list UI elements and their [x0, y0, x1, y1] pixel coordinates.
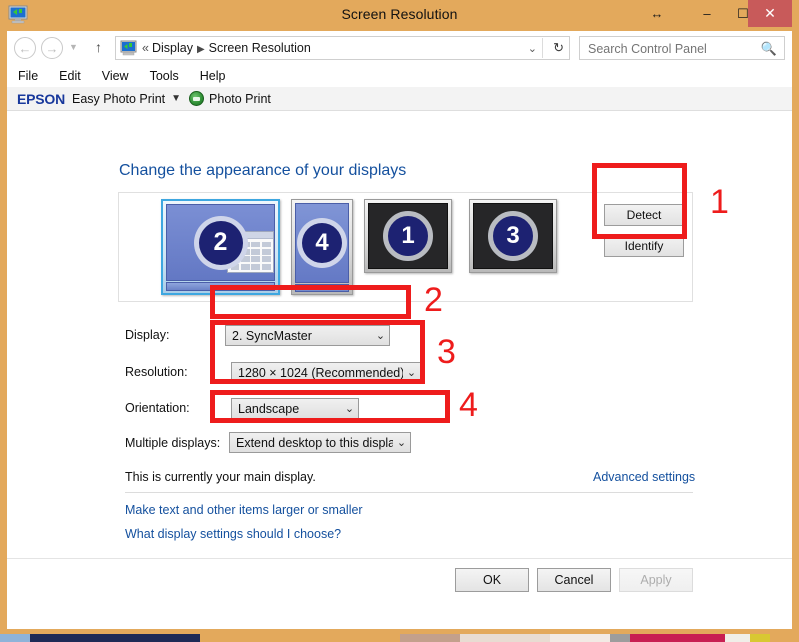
orientation-select[interactable]: Landscape ⌄	[231, 398, 359, 419]
cancel-button[interactable]: Cancel	[537, 568, 611, 592]
detect-identify-group: Detect Identify	[604, 204, 684, 257]
what-display-settings-link[interactable]: What display settings should I choose?	[125, 527, 341, 541]
epson-logo: EPSON	[17, 90, 66, 107]
menu-bar: File Edit View Tools Help	[7, 65, 792, 87]
breadcrumb-bar[interactable]: «Display ▶ Screen Resolution ⌄ ↻	[115, 36, 570, 60]
breadcrumb-separator-icon: ▶	[196, 44, 205, 55]
menu-item-tools[interactable]: Tools	[150, 69, 179, 83]
monitor-thumbnail-3[interactable]: 3	[469, 199, 557, 273]
forward-icon[interactable]: →	[41, 37, 63, 59]
easy-photo-print-chevron-down-icon[interactable]: ▼	[171, 93, 181, 104]
desktop-taskbar-strip	[0, 634, 799, 642]
up-arrow-icon[interactable]: ↑	[95, 39, 102, 55]
back-icon[interactable]: ←	[14, 37, 36, 59]
monitor-number-badge: 1	[369, 204, 447, 268]
epson-toolbar: EPSON Easy Photo Print ▼ Photo Print	[7, 87, 792, 111]
resolution-label: Resolution:	[125, 365, 188, 379]
identify-button[interactable]: Identify	[604, 235, 684, 257]
window-frame: Screen Resolution ↔ – ☐ ✕ ← → ▼ ↑ «Displ…	[0, 0, 799, 634]
photo-print-button[interactable]: Photo Print	[209, 92, 271, 106]
monitor-screen: 4	[295, 203, 349, 283]
window-title: Screen Resolution	[341, 6, 458, 22]
breadcrumb-chevrons-icon: «	[142, 41, 149, 55]
breadcrumb-item-current[interactable]: Screen Resolution	[209, 41, 311, 55]
monitor-number-badge: 4	[296, 204, 348, 282]
monitor-thumbnail-1[interactable]: 1	[364, 199, 452, 273]
search-input[interactable]	[586, 37, 760, 61]
display-select-value: 2. SyncMaster	[232, 328, 312, 343]
refresh-icon[interactable]: ↻	[553, 40, 564, 56]
breadcrumb-monitor-icon	[120, 40, 137, 56]
orientation-label: Orientation:	[125, 401, 190, 415]
monitor-screen: 1	[368, 203, 448, 269]
menu-item-edit[interactable]: Edit	[59, 69, 81, 83]
client-area: ← → ▼ ↑ «Display▶ Screen Resolution ⌄ ↻	[7, 31, 792, 629]
resolution-select-value: 1280 × 1024 (Recommended)	[238, 365, 403, 380]
multiple-displays-select-value: Extend desktop to this display	[236, 435, 393, 450]
content-pane: Change the appearance of your displays 2…	[7, 112, 792, 629]
chevron-down-icon: ⌄	[406, 367, 417, 379]
status-divider	[125, 492, 693, 493]
chevron-down-icon: ⌄	[375, 330, 386, 342]
orientation-select-value: Landscape	[238, 401, 300, 416]
make-text-larger-link[interactable]: Make text and other items larger or smal…	[125, 503, 363, 517]
monitor-number-badge: 3	[474, 204, 552, 268]
multiple-displays-label: Multiple displays:	[125, 436, 221, 450]
monitor-number-label: 1	[383, 211, 433, 261]
search-icon[interactable]: 🔍	[761, 41, 777, 57]
search-box[interactable]: 🔍	[579, 36, 785, 61]
monitor-taskbar-graphic	[166, 282, 275, 291]
address-bar: ← → ▼ ↑ «Display▶ Screen Resolution ⌄ ↻	[7, 31, 792, 65]
printer-icon	[189, 91, 205, 106]
monitor-taskbar-graphic	[295, 284, 349, 292]
monitor-number-label: 3	[488, 211, 538, 261]
detect-button[interactable]: Detect	[604, 204, 684, 226]
menu-item-file[interactable]: File	[18, 69, 38, 83]
resize-window-button[interactable]: ↔	[640, 0, 674, 27]
close-button[interactable]: ✕	[748, 0, 792, 27]
page-title: Change the appearance of your displays	[119, 162, 407, 179]
breadcrumb-divider	[542, 38, 543, 58]
monitor-screen: 3	[473, 203, 553, 269]
title-bar[interactable]: Screen Resolution ↔ – ☐ ✕	[0, 0, 799, 31]
advanced-settings-link[interactable]: Advanced settings	[593, 470, 695, 484]
main-display-status: This is currently your main display.	[125, 470, 316, 484]
resolution-select[interactable]: 1280 × 1024 (Recommended) ⌄	[231, 362, 421, 383]
display-select[interactable]: 2. SyncMaster ⌄	[225, 325, 390, 346]
easy-photo-print-button[interactable]: Easy Photo Print	[72, 92, 165, 106]
apply-button: Apply	[619, 568, 693, 592]
breadcrumb: «Display ▶ Screen Resolution	[142, 41, 311, 55]
menu-item-view[interactable]: View	[102, 69, 129, 83]
history-chevron-down-icon[interactable]: ▼	[69, 42, 78, 52]
breadcrumb-item-display[interactable]: Display	[152, 41, 193, 55]
monitor-number-badge: 2	[167, 205, 274, 280]
monitor-thumbnail-2[interactable]: 2	[161, 199, 280, 295]
monitor-number-label: 4	[297, 218, 347, 268]
monitor-screen: 2	[166, 204, 275, 281]
breadcrumb-chevron-down-icon[interactable]: ⌄	[528, 42, 537, 55]
chevron-down-icon: ⌄	[344, 403, 355, 415]
display-label: Display:	[125, 328, 170, 342]
monitor-thumbnail-4[interactable]: 4	[291, 199, 353, 295]
footer-divider	[7, 558, 792, 559]
chevron-down-icon: ⌄	[396, 437, 407, 449]
menu-item-help[interactable]: Help	[200, 69, 226, 83]
ok-button[interactable]: OK	[455, 568, 529, 592]
multiple-displays-select[interactable]: Extend desktop to this display ⌄	[229, 432, 411, 453]
monitor-preview-panel[interactable]: 2 4 1 3 Detect Identify	[118, 192, 693, 302]
monitor-number-label: 2	[193, 215, 248, 270]
